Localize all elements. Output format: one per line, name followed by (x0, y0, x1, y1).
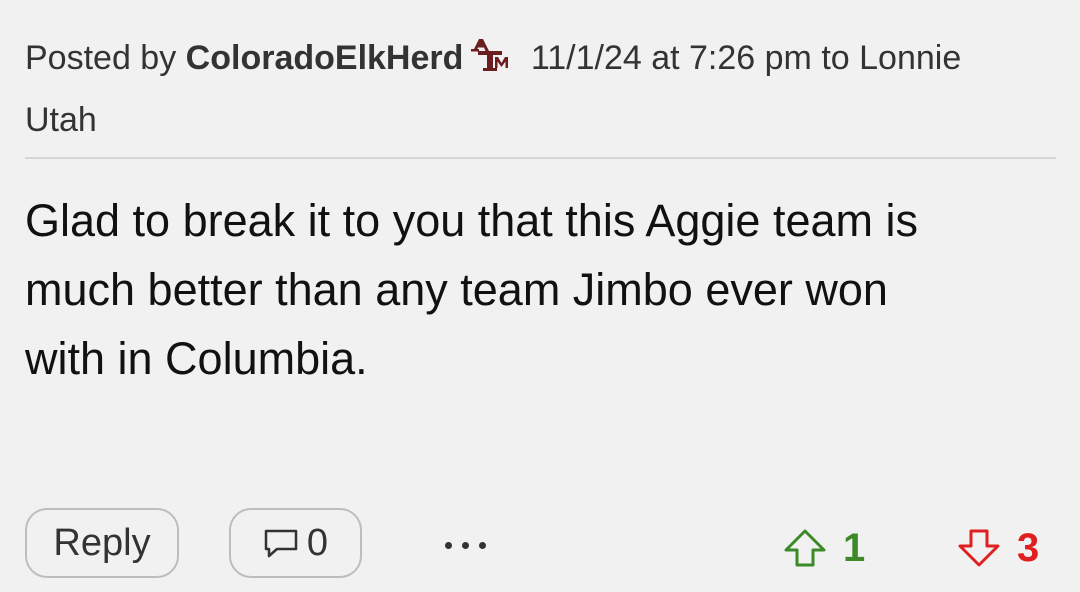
forum-post: Posted by ColoradoElkHerd 11/1/24 at 7:2… (25, 0, 1056, 592)
upvote-button[interactable]: 1 (783, 522, 865, 574)
downvote-arrow-icon (958, 529, 1000, 567)
post-header: Posted by ColoradoElkHerd 11/1/24 at 7:2… (25, 28, 1056, 150)
post-body-line: Glad to break it to you that this Aggie … (25, 195, 918, 246)
more-options-button[interactable] (433, 520, 497, 570)
upvote-arrow-icon (784, 529, 826, 567)
header-divider (25, 157, 1056, 159)
comment-bubble-icon (264, 529, 298, 558)
post-body-line: much better than any team Jimbo ever won (25, 264, 888, 315)
post-body: Glad to break it to you that this Aggie … (25, 186, 1056, 393)
posted-by-label: Posted by (25, 39, 177, 77)
comment-count: 0 (306, 521, 329, 564)
recipient-name-line1: Lonnie (859, 39, 962, 77)
reply-button[interactable]: Reply (25, 508, 179, 578)
recipient-name-line2: Utah (25, 101, 97, 139)
more-dots-icon-dot (461, 541, 469, 549)
downvote-button[interactable]: 3 (957, 522, 1039, 574)
more-dots-icon-dot (478, 541, 486, 549)
post-timestamp: 11/1/24 at 7:26 pm (530, 39, 812, 77)
reply-button-label: Reply (53, 521, 151, 564)
more-dots-icon (444, 541, 452, 549)
post-body-line: with in Columbia. (25, 333, 368, 384)
to-label: to (821, 39, 850, 77)
author-name[interactable]: ColoradoElkHerd (186, 39, 464, 77)
aggie-logo-icon (471, 30, 513, 90)
downvote-count: 3 (1017, 525, 1040, 570)
upvote-count: 1 (843, 525, 866, 570)
comments-button[interactable]: 0 (229, 508, 362, 578)
